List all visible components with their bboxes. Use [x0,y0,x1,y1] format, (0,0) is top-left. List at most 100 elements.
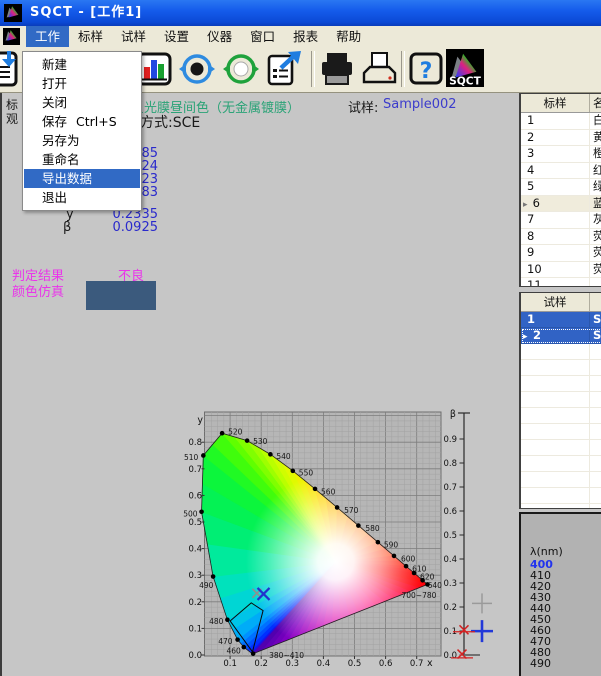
samples-col2-header [590,293,601,311]
svg-text:0.4: 0.4 [317,659,331,669]
sample-row-2[interactable]: ▸ 2S [521,328,601,344]
svg-text:700~780: 700~780 [401,591,436,600]
wavelength-header: λ(nm) [530,545,563,558]
svg-text:0.2: 0.2 [188,598,202,608]
svg-text:0.5: 0.5 [188,518,202,528]
file-menu-item-5[interactable]: 重命名 [24,150,140,169]
svg-text:β: β [450,409,456,420]
export-data-icon[interactable] [264,49,304,89]
standard-row-11[interactable]: 11 [521,278,601,287]
sample-row-empty[interactable] [521,440,601,456]
color-simulation-swatch [86,281,156,310]
sample-row-empty[interactable] [521,504,601,509]
svg-text:0.8: 0.8 [443,459,457,469]
menu-item-3[interactable]: 设置 [155,26,198,47]
svg-text:590: 590 [384,541,399,550]
import-doc-icon[interactable] [0,49,23,89]
title-bar[interactable]: SQCT - [工作1] [0,0,601,26]
samples-col1-header: 试样 [521,293,590,311]
measure-mode: 方式:SCE [140,112,200,132]
menu-item-2[interactable]: 试样 [112,26,155,47]
sqct-logo-icon[interactable]: SQCT [446,49,486,89]
standard-row-1[interactable]: 1白 [521,113,601,130]
color-sim-label: 颜色仿真 [12,281,64,300]
svg-text:x: x [427,658,433,669]
menu-item-6[interactable]: 报表 [284,26,327,47]
svg-text:y: y [197,415,203,426]
print-preview-icon[interactable] [359,49,399,89]
svg-text:0.1: 0.1 [223,659,237,669]
svg-text:0.4: 0.4 [188,545,202,555]
svg-text:640: 640 [428,581,443,590]
sample-row-empty[interactable] [521,424,601,440]
app-window: SQCT - [工作1] 工作标样试样设置仪器窗口报表帮助 [0,0,601,676]
standards-col1-header: 标样 [521,94,590,112]
menu-item-5[interactable]: 窗口 [241,26,284,47]
file-menu-dropdown: 新建打开关闭保存Ctrl+S另存为重命名导出数据退出 [22,51,142,211]
cie-chromaticity-chart: 0.10.20.30.40.50.60.70.00.10.20.30.40.50… [183,405,505,676]
svg-text:570: 570 [344,506,359,515]
standard-row-3[interactable]: 3橙 [521,146,601,163]
svg-text:0.1: 0.1 [188,624,202,634]
help-icon[interactable]: ? [406,49,446,89]
file-menu-item-4[interactable]: 另存为 [24,131,140,150]
svg-text:540: 540 [276,452,291,461]
sample-row-empty[interactable] [521,360,601,376]
svg-text:0.7: 0.7 [443,483,457,493]
svg-text:0.8: 0.8 [188,438,202,448]
child-window-icon[interactable] [3,28,20,49]
svg-text:0.9: 0.9 [443,435,457,445]
file-menu-item-6[interactable]: 导出数据 [24,169,140,188]
svg-text:380~410: 380~410 [269,651,304,660]
beta-label: β [63,220,71,235]
app-icon[interactable] [4,4,22,26]
sample-name: Sample002 [383,97,457,112]
measure-sample-icon[interactable] [221,49,261,89]
measure-standard-icon[interactable] [177,49,217,89]
standard-row-4[interactable]: 4红 [521,163,601,180]
menu-item-1[interactable]: 标样 [69,26,112,47]
sample-row-empty[interactable] [521,408,601,424]
wavelength-item-490[interactable]: 490 [530,658,553,669]
window-title: SQCT - [工作1] [30,0,142,26]
sample-row-empty[interactable] [521,376,601,392]
svg-text:0.5: 0.5 [348,659,362,669]
svg-text:0.0: 0.0 [443,651,457,661]
svg-text:470: 470 [218,637,233,646]
svg-text:SQCT: SQCT [449,74,481,87]
svg-text:0.2: 0.2 [443,603,457,613]
standard-row-7[interactable]: 7灰 [521,212,601,229]
svg-text:0.6: 0.6 [188,491,202,501]
svg-text:?: ? [420,59,433,84]
observer-label-partial: 观 [6,110,18,127]
sample-row-empty[interactable] [521,488,601,504]
svg-text:580: 580 [365,524,380,533]
file-menu-item-0[interactable]: 新建 [24,55,140,74]
standard-row-9[interactable]: 9荧 [521,245,601,262]
sample-row-1[interactable]: 1S [521,312,601,328]
samples-table: 试样 1S▸ 2S [519,292,601,509]
print-icon[interactable] [317,49,357,89]
standard-row-8[interactable]: 8荧 [521,229,601,246]
menu-item-7[interactable]: 帮助 [327,26,370,47]
sample-row-empty[interactable] [521,392,601,408]
file-menu-item-2[interactable]: 关闭 [24,93,140,112]
sample-row-empty[interactable] [521,472,601,488]
sample-label: 试样: [348,97,378,116]
svg-text:0.0: 0.0 [188,651,202,661]
svg-text:0.6: 0.6 [443,507,457,517]
menu-items: 工作标样试样设置仪器窗口报表帮助 [26,26,370,47]
menu-item-4[interactable]: 仪器 [198,26,241,47]
file-menu-item-7[interactable]: 退出 [24,188,140,207]
sample-row-empty[interactable] [521,456,601,472]
svg-text:0.4: 0.4 [443,555,457,565]
svg-text:0.3: 0.3 [286,659,300,669]
standard-row-10[interactable]: 10荧 [521,262,601,279]
standard-row-6[interactable]: ▸ 6蓝 [521,196,601,213]
menu-item-0[interactable]: 工作 [26,26,69,47]
standard-row-5[interactable]: 5绿 [521,179,601,196]
file-menu-item-1[interactable]: 打开 [24,74,140,93]
file-menu-item-3[interactable]: 保存Ctrl+S [24,112,140,131]
standard-row-2[interactable]: 2黄 [521,130,601,147]
sample-row-empty[interactable] [521,344,601,360]
